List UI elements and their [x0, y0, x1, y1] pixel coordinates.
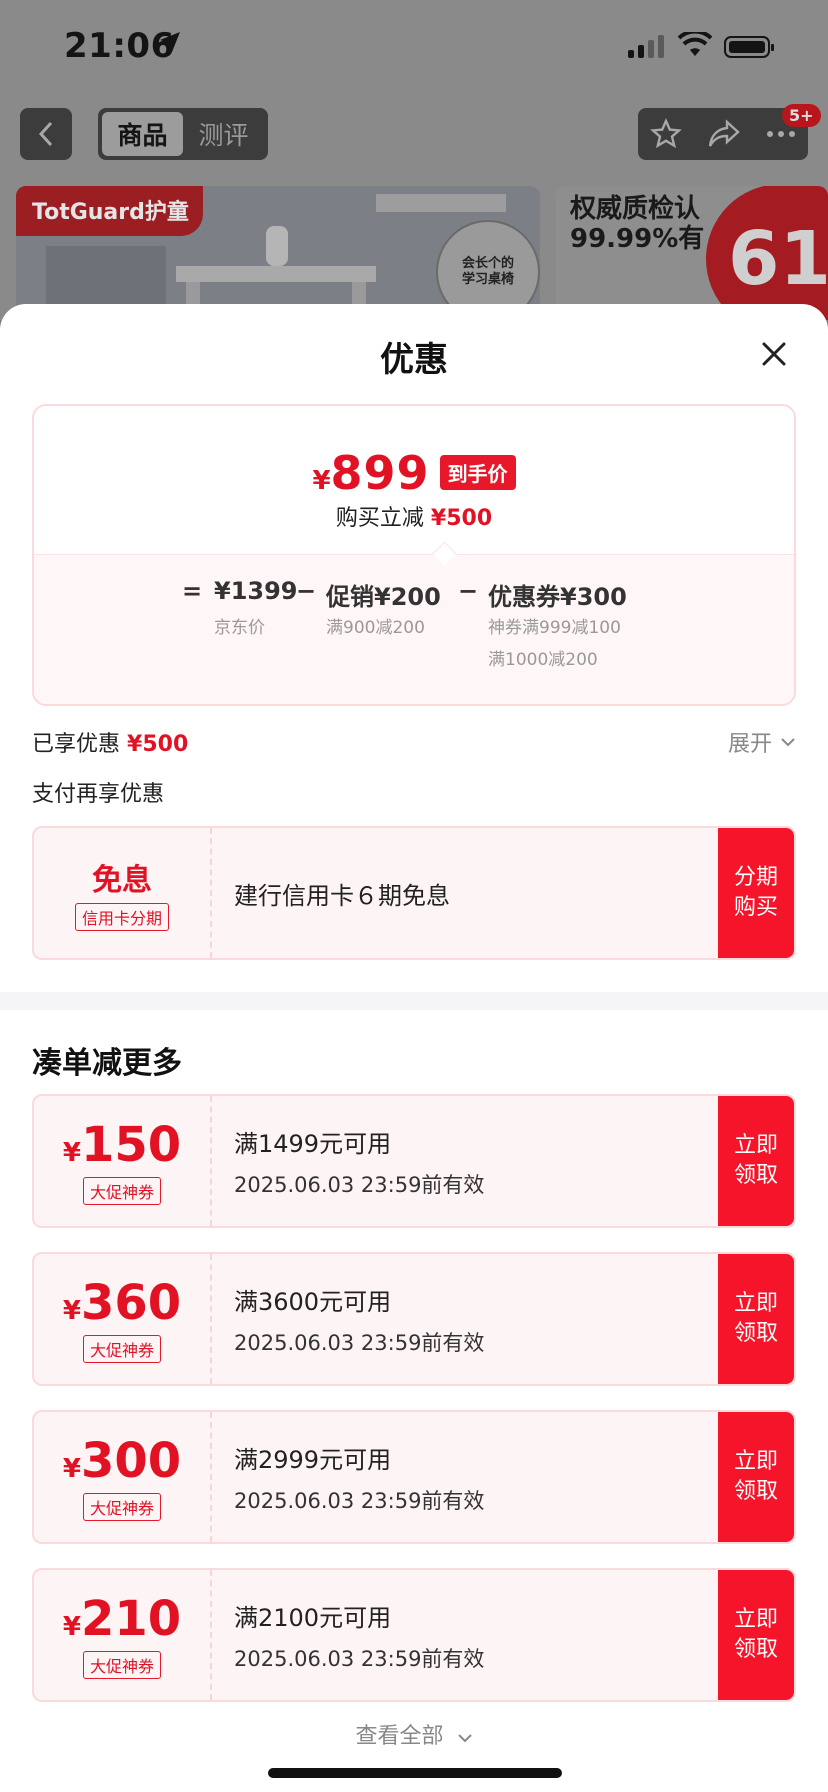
discount-sheet: 优惠 ¥ 899 到手价 购买立减 ¥500 = ¥1399 京东价 − 促销¥… [0, 304, 828, 1792]
award-badge-line1: 会长个的 [461, 256, 514, 271]
promo-rule: 满900减200 [326, 618, 425, 638]
home-indicator[interactable] [268, 1768, 562, 1778]
coupon-condition: 满1499元可用 [234, 1129, 392, 1158]
coupon-condition: 满2100元可用 [234, 1603, 392, 1632]
coupon-tag: 大促神券 [82, 1493, 161, 1521]
claim-coupon-button[interactable]: 立即 领取 [718, 1570, 794, 1700]
award-badge-line2: 学习桌椅 [461, 272, 514, 287]
coupon-expiry: 2025.06.03 23:59前有效 [234, 1488, 485, 1513]
header-tabs: 商品 测评 [98, 108, 268, 160]
promo-banner-line1: 权威质检认 [570, 194, 701, 224]
enjoyed-discount-label: 已享优惠 [32, 732, 121, 757]
instant-discount: 购买立减 ¥500 [34, 500, 794, 532]
expand-button[interactable]: 展开 [728, 726, 796, 758]
tab-product[interactable]: 商品 [102, 112, 183, 156]
close-icon[interactable] [756, 336, 792, 372]
claim-coupon-button[interactable]: 立即 领取 [718, 1412, 794, 1542]
instant-discount-label: 购买立减 [335, 506, 424, 531]
coupon-rule-1: 神券满999减100 [488, 618, 621, 638]
claim-coupon-button[interactable]: 立即 领取 [718, 1096, 794, 1226]
final-price-tag: 到手价 [439, 455, 516, 490]
background-page: 21:06 商品 测评 5+ TotGuard护童 会长个的 学习桌椅 权威质检… [0, 0, 828, 320]
enjoyed-discount: 已享优惠 ¥500 [32, 726, 188, 758]
coupon-card: ¥ 210 大促神券 满2100元可用 2025.06.03 23:59前有效 … [32, 1568, 796, 1702]
expand-label: 展开 [727, 732, 772, 757]
more-icon[interactable] [766, 130, 796, 138]
price-breakdown: = ¥1399 京东价 − 促销¥200 满900减200 − 优惠券¥300 … [34, 554, 794, 704]
cellular-signal-icon [628, 34, 664, 58]
coupon-amount: ¥ 360 [62, 1275, 182, 1331]
promo-banner[interactable]: 权威质检认 99.99%有 618 [556, 186, 828, 320]
final-price-currency: ¥ [312, 466, 331, 496]
installment-tag: 信用卡分期 [74, 903, 169, 931]
coupon-card: ¥ 300 大促神券 满2999元可用 2025.06.03 23:59前有效 … [32, 1410, 796, 1544]
notification-badge: 5+ [782, 104, 821, 127]
pay-more-label: 支付再享优惠 [32, 782, 165, 807]
coupon-tag: 大促神券 [82, 1335, 161, 1363]
coupon-tag: 大促神券 [82, 1651, 161, 1679]
coupon-rule-2: 满1000减200 [488, 650, 598, 670]
coupon-card: ¥ 150 大促神券 满1499元可用 2025.06.03 23:59前有效 … [32, 1094, 796, 1228]
installment-offer: 免息 信用卡分期 建行信用卡６期免息 分期 购买 [32, 826, 796, 960]
equals-sign: = [182, 577, 203, 605]
promo-banner-line2: 99.99%有 [570, 224, 705, 254]
location-arrow-icon [160, 32, 180, 52]
tab-review[interactable]: 测评 [183, 112, 264, 156]
coupon-condition: 满3600元可用 [234, 1287, 392, 1316]
final-price-card: ¥ 899 到手价 购买立减 ¥500 = ¥1399 京东价 − 促销¥200… [32, 404, 796, 706]
sheet-title: 优惠 [380, 340, 448, 380]
chevron-down-icon [457, 1734, 472, 1743]
view-all-label: 查看全部 [355, 1724, 444, 1749]
minus-sign-1: − [296, 577, 317, 605]
more-section-title: 凑单减更多 [32, 1046, 182, 1081]
installment-title: 免息 [92, 863, 152, 898]
coupon-expiry: 2025.06.03 23:59前有效 [234, 1646, 485, 1671]
section-divider [0, 992, 828, 1010]
wifi-icon [678, 32, 712, 56]
final-price: ¥ 899 到手价 [34, 446, 794, 500]
installment-desc: 建行信用卡６期免息 [234, 881, 450, 910]
battery-icon [724, 36, 774, 58]
coupon-expiry: 2025.06.03 23:59前有效 [234, 1330, 485, 1355]
coupon-amount: ¥ 210 [62, 1591, 182, 1647]
product-banner[interactable]: TotGuard护童 会长个的 学习桌椅 [16, 186, 540, 320]
claim-coupon-button[interactable]: 立即 领取 [718, 1254, 794, 1384]
back-button[interactable] [20, 108, 72, 160]
minus-sign-2: − [458, 577, 479, 605]
event-618-badge: 618 [706, 186, 828, 320]
promo-discount: 促销¥200 [326, 583, 441, 611]
coupon-expiry: 2025.06.03 23:59前有效 [234, 1172, 485, 1197]
enjoyed-discount-value: ¥500 [127, 732, 189, 757]
chevron-left-icon [38, 121, 53, 147]
instant-discount-value: ¥500 [430, 506, 493, 531]
view-all-button[interactable]: 查看全部 [0, 1718, 828, 1750]
coupon-amount: ¥ 300 [62, 1433, 182, 1489]
star-icon[interactable] [650, 118, 683, 150]
jd-price-label: 京东价 [214, 618, 265, 638]
coupon-discount: 优惠券¥300 [488, 583, 627, 611]
chevron-down-icon [781, 738, 795, 747]
share-icon[interactable] [707, 119, 741, 149]
installment-buy-button[interactable]: 分期 购买 [718, 828, 794, 958]
coupon-card: ¥ 360 大促神券 满3600元可用 2025.06.03 23:59前有效 … [32, 1252, 796, 1386]
coupon-tag: 大促神券 [82, 1177, 161, 1205]
jd-price: ¥1399 [214, 577, 298, 605]
coupon-condition: 满2999元可用 [234, 1445, 392, 1474]
final-price-value: 899 [330, 446, 430, 500]
coupon-amount: ¥ 150 [62, 1117, 182, 1173]
